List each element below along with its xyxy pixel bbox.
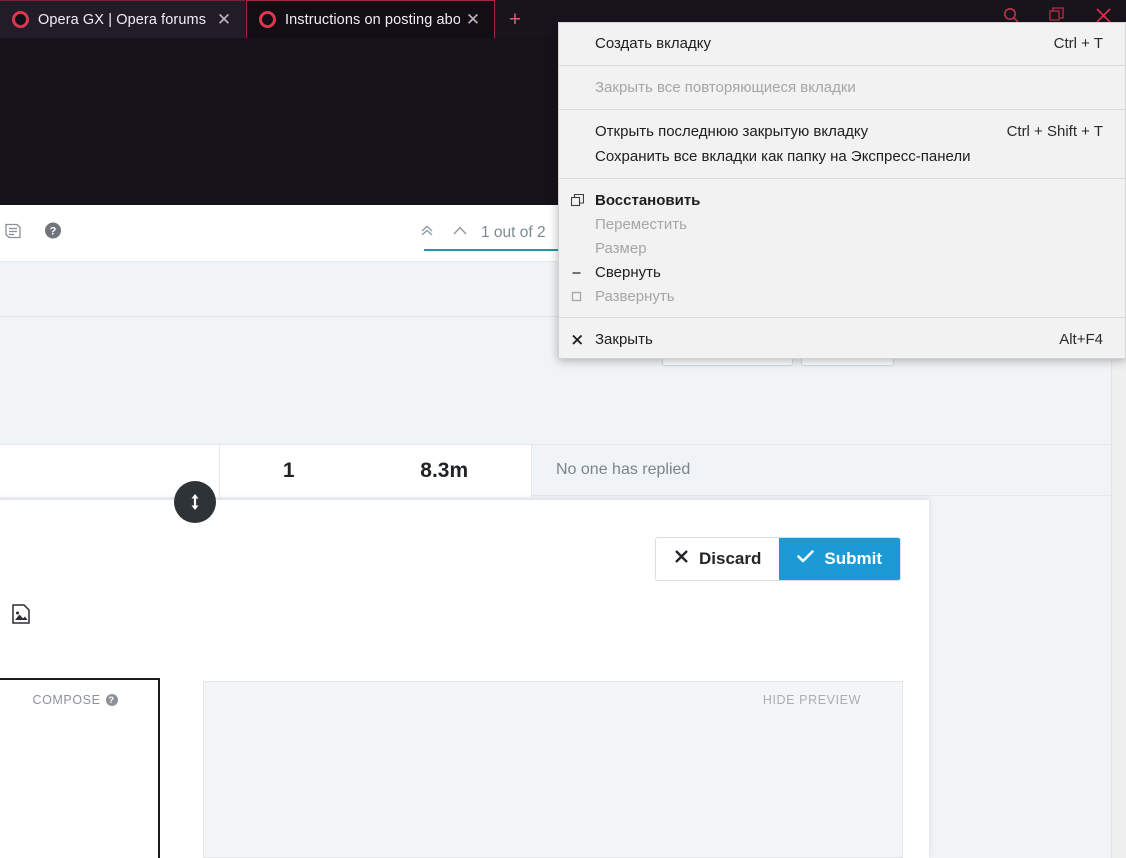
ctx-label: Закрыть все повторяющиеся вкладки bbox=[595, 79, 856, 96]
ctx-item-save-tabs-speeddial[interactable]: Сохранить все вкладки как папку на Экспр… bbox=[559, 144, 1125, 169]
views-count: 8.3m bbox=[420, 459, 469, 482]
help-icon[interactable]: ? bbox=[105, 694, 118, 706]
ctx-label: Свернуть bbox=[595, 263, 661, 281]
ctx-separator bbox=[559, 109, 1125, 110]
ctx-item-new-tab[interactable]: Создать вкладку Ctrl + T bbox=[559, 31, 1125, 56]
submit-button[interactable]: Submit bbox=[779, 538, 900, 580]
browser-tab-1[interactable]: Opera GX | Opera forums ✕ bbox=[0, 0, 245, 38]
compose-tab[interactable]: COMPOSE ? bbox=[0, 678, 160, 858]
right-gutter-panel bbox=[929, 705, 1111, 858]
topic-stats-strip: 1 8.3m No one has replied bbox=[0, 444, 1126, 497]
ctx-group-3: Открыть последнюю закрытую вкладку Ctrl … bbox=[559, 115, 1125, 173]
restore-icon bbox=[559, 193, 595, 207]
ctx-label: Закрыть bbox=[595, 330, 653, 348]
ctx-label: Восстановить bbox=[595, 191, 701, 209]
ctx-label: Сохранить все вкладки как папку на Экспр… bbox=[595, 148, 971, 165]
ctx-item-maximize: Развернуть bbox=[559, 284, 1125, 308]
window-context-menu: Создать вкладку Ctrl + T Закрыть все пов… bbox=[558, 22, 1126, 359]
ctx-separator bbox=[559, 317, 1125, 318]
ctx-group-2: Закрыть все повторяющиеся вкладки bbox=[559, 71, 1125, 104]
image-placeholder-icon[interactable] bbox=[12, 604, 30, 624]
find-match-count: 1 out of 2 bbox=[481, 224, 546, 241]
find-field-underline bbox=[424, 249, 560, 251]
maximize-icon bbox=[559, 290, 595, 303]
ctx-label: Создать вкладку bbox=[595, 35, 711, 52]
tab-close-icon[interactable]: ✕ bbox=[211, 7, 237, 33]
svg-text:?: ? bbox=[50, 226, 57, 238]
ctx-item-move: Переместить bbox=[559, 212, 1125, 236]
discard-button[interactable]: Discard bbox=[656, 538, 780, 580]
ctx-group-4: Восстановить Переместить Размер Свернуть… bbox=[559, 184, 1125, 312]
ctx-label: Открыть последнюю закрытую вкладку bbox=[595, 123, 869, 140]
reader-mode-icon[interactable] bbox=[4, 221, 24, 246]
preview-pane: HIDE PREVIEW bbox=[203, 681, 903, 858]
ctx-item-close[interactable]: Закрыть Alt+F4 bbox=[559, 327, 1125, 351]
ctx-label: Переместить bbox=[595, 215, 687, 233]
check-icon bbox=[797, 549, 815, 569]
tab-title: Instructions on posting abo bbox=[285, 11, 460, 28]
ctx-item-size: Размер bbox=[559, 236, 1125, 260]
tab-title: Opera GX | Opera forums bbox=[38, 11, 207, 28]
submit-label: Submit bbox=[824, 549, 882, 568]
ctx-group-5: Закрыть Alt+F4 bbox=[559, 323, 1125, 355]
compose-tab-label-wrap: COMPOSE ? bbox=[0, 693, 158, 707]
screen-root: Opera GX | Opera forums ✕ Instructions o… bbox=[0, 0, 1126, 858]
ctx-group-1: Создать вкладку Ctrl + T bbox=[559, 27, 1125, 60]
browser-tab-2[interactable]: Instructions on posting abo ✕ bbox=[246, 0, 495, 38]
ctx-label: Развернуть bbox=[595, 287, 675, 305]
ctx-label: Размер bbox=[595, 239, 647, 257]
opera-logo-icon bbox=[12, 11, 29, 28]
stats-card-counts: 1 8.3m bbox=[220, 445, 532, 497]
ctx-item-reopen-last-tab[interactable]: Открыть последнюю закрытую вкладку Ctrl … bbox=[559, 119, 1125, 144]
ctx-accel: Ctrl + T bbox=[1053, 35, 1103, 52]
compose-tab-label: COMPOSE bbox=[32, 693, 101, 707]
scroll-up-down-icon[interactable] bbox=[174, 481, 216, 523]
posts-count: 1 bbox=[282, 459, 295, 482]
ctx-separator bbox=[559, 65, 1125, 66]
hide-preview-button[interactable]: HIDE PREVIEW bbox=[763, 693, 861, 707]
previous-match-icon[interactable] bbox=[449, 222, 471, 244]
close-icon bbox=[559, 333, 595, 346]
discard-label: Discard bbox=[699, 549, 762, 568]
ctx-accel: Ctrl + Shift + T bbox=[1006, 123, 1103, 140]
no-reply-text: No one has replied bbox=[556, 461, 691, 478]
help-icon[interactable]: ? bbox=[44, 222, 62, 245]
compose-action-buttons: Discard Submit bbox=[656, 538, 900, 580]
minimize-icon bbox=[559, 266, 595, 279]
ctx-item-minimize[interactable]: Свернуть bbox=[559, 260, 1125, 284]
ctx-item-close-duplicate-tabs: Закрыть все повторяющиеся вкладки bbox=[559, 75, 1125, 100]
ctx-separator bbox=[559, 178, 1125, 179]
close-x-icon bbox=[674, 549, 689, 569]
new-tab-button[interactable]: + bbox=[495, 0, 535, 38]
opera-logo-icon bbox=[259, 11, 276, 28]
tab-close-icon[interactable]: ✕ bbox=[460, 7, 486, 33]
ctx-item-restore[interactable]: Восстановить bbox=[559, 188, 1125, 212]
ctx-accel: Alt+F4 bbox=[1059, 330, 1103, 348]
scroll-to-top-icon[interactable] bbox=[416, 223, 438, 243]
